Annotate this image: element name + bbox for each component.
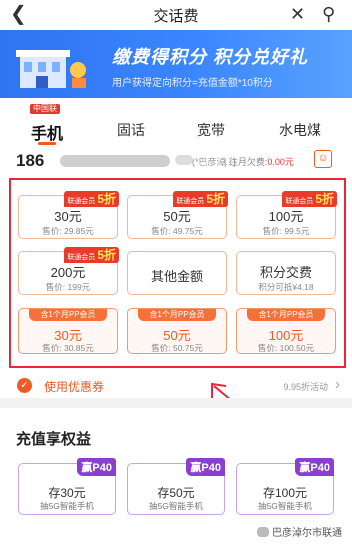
prize-tag: 赢P40 [77,458,116,476]
active-tab-indicator [38,142,56,145]
tab-utilities[interactable]: 水电煤 [279,120,321,140]
unicom-logo: 中国联通 [30,104,60,123]
section-divider [0,398,352,408]
masked-number [60,155,170,167]
category-tabs: 中国联通 手机 固话 宽带 水电煤 [0,98,352,146]
coupon-label: 使用优惠券 [44,380,105,394]
tab-mobile[interactable]: 手机 [31,120,63,144]
top-bar: ❮ 交话费 ✕ ⚲ [0,0,352,30]
benefit-desc: 抽5G智能手机 [258,501,312,511]
banner-subtext: 用户获得定向积分=充值金额*10积分 [112,78,273,89]
phone-number[interactable]: 186 [16,151,44,171]
benefit-amount: 存30元 [48,486,86,500]
arrears-value: 0.00元 [267,157,294,167]
promo-banner[interactable]: 缴费得积分 积分兑好礼 用户获得定向积分=充值金额*10积分 [0,30,352,98]
chevron-right-icon: › [335,376,340,393]
arrears-info: | 往月欠费:0.00元 [224,155,294,168]
benefit-desc: 抽5G智能手机 [149,501,203,511]
benefit-amount: 存100元 [262,486,308,500]
benefit-desc: 抽5G智能手机 [40,501,94,511]
benefit-card-30[interactable]: 赢P40 存30元 抽5G智能手机 [18,458,116,515]
prize-tag: 赢P40 [186,458,225,476]
coupon-row[interactable]: ✓ 使用优惠券 9.95折活动 › [0,374,352,398]
close-icon[interactable]: ✕ [290,4,305,24]
coupon-activity: 9.95折活动 [283,382,328,392]
prize-tag: 赢P40 [295,458,334,476]
search-icon[interactable]: ⚲ [322,4,335,24]
benefits-title: 充值享权益 [16,431,92,448]
building-illustration-icon [16,50,86,88]
watermark: 巴彦淖尔市联通 [257,524,342,539]
benefit-card-100[interactable]: 赢P40 存100元 抽5G智能手机 [236,458,334,515]
benefit-card-50[interactable]: 赢P40 存50元 抽5G智能手机 [127,458,225,515]
tab-landline[interactable]: 固话 [117,120,145,140]
masked-owner [175,155,193,165]
banner-headline: 缴费得积分 积分兑好礼 [112,47,308,67]
account-row: 186 (*巴彦淖...) | 往月欠费:0.00元 ☺ [0,146,352,174]
arrears-label: | 往月欠费: [224,157,268,167]
contacts-icon[interactable]: ☺ [314,150,332,168]
check-icon[interactable]: ✓ [17,378,32,393]
tab-broadband[interactable]: 宽带 [197,120,225,140]
highlight-box [9,178,346,368]
benefit-amount: 存50元 [157,486,195,500]
benefits-section: 充值享权益 赢P40 存30元 抽5G智能手机 赢P40 存50元 抽5G智能手… [0,408,352,547]
wechat-icon [257,527,269,537]
